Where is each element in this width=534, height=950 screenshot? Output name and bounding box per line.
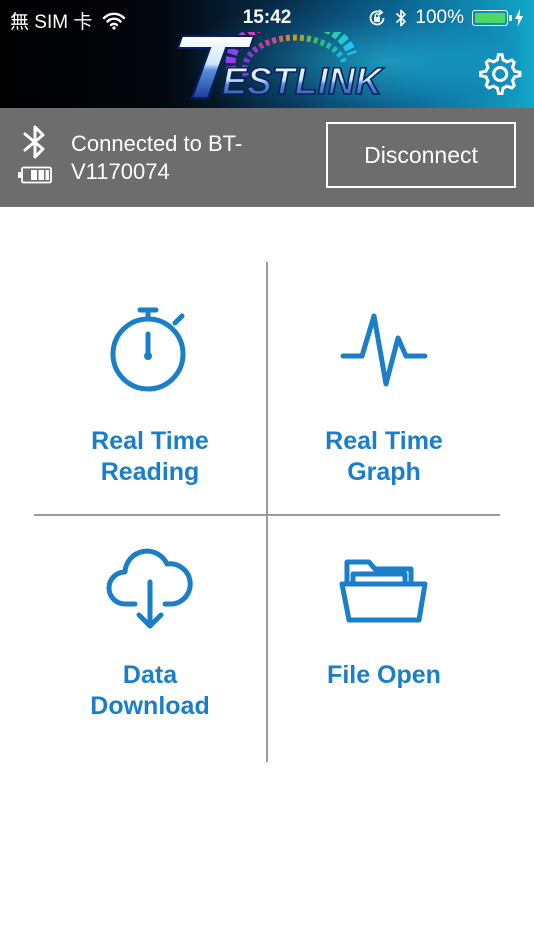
data-download-tile[interactable]: Data Download: [34, 516, 266, 766]
status-battery-fill: [475, 13, 505, 23]
action-grid: Real Time Reading Real Time Graph Data D…: [34, 262, 500, 762]
cloud-download-icon: [106, 548, 193, 629]
status-right: 100%: [359, 7, 524, 29]
status-battery-icon: [472, 10, 512, 26]
real-time-graph-line2: Graph: [347, 458, 421, 486]
status-bluetooth-icon: [396, 9, 407, 27]
data-download-label: Data Download: [34, 660, 266, 722]
charging-bolt-icon: [515, 9, 523, 27]
real-time-reading-label: Real Time Reading: [34, 426, 266, 488]
bluetooth-icon: [23, 125, 45, 159]
file-open-label: File Open: [268, 660, 500, 691]
status-bar: 無 SIM 卡 15:42 100%: [0, 0, 534, 36]
real-time-graph-line1: Real Time: [325, 427, 443, 455]
testlink-logo: ESTLINK: [162, 15, 392, 106]
orientation-lock-icon: [370, 9, 385, 26]
stopwatch-icon: [110, 307, 186, 392]
real-time-reading-tile[interactable]: Real Time Reading: [34, 262, 266, 512]
testlink-logo-graphic: ESTLINK: [176, 15, 385, 104]
disconnect-button[interactable]: Disconnect: [326, 122, 516, 188]
real-time-graph-label: Real Time Graph: [268, 426, 500, 488]
real-time-graph-tile[interactable]: Real Time Graph: [268, 262, 500, 512]
file-open-line1: File Open: [327, 661, 441, 689]
data-download-line2: Download: [90, 692, 210, 720]
battery-icon: [18, 166, 52, 184]
connection-status-line2: V1170074: [71, 159, 170, 184]
app-header: 無 SIM 卡 15:42 100% ESTLINK: [0, 0, 534, 108]
real-time-reading-line1: Real Time: [91, 427, 209, 455]
connection-status-line1: Connected to BT-: [71, 131, 243, 156]
data-download-line1: Data: [122, 661, 178, 689]
folder-open-icon: [339, 559, 428, 623]
real-time-reading-line2: Reading: [100, 458, 200, 486]
gear-icon[interactable]: [478, 52, 522, 96]
svg-text:ESTLINK: ESTLINK: [222, 61, 385, 103]
pulse-graph-icon: [340, 313, 428, 387]
battery-percent: 100%: [415, 7, 464, 28]
connection-bar: Connected to BT- V1170074 Disconnect: [0, 108, 534, 207]
connection-status: Connected to BT- V1170074: [71, 130, 311, 186]
file-open-tile[interactable]: File Open: [268, 516, 500, 766]
